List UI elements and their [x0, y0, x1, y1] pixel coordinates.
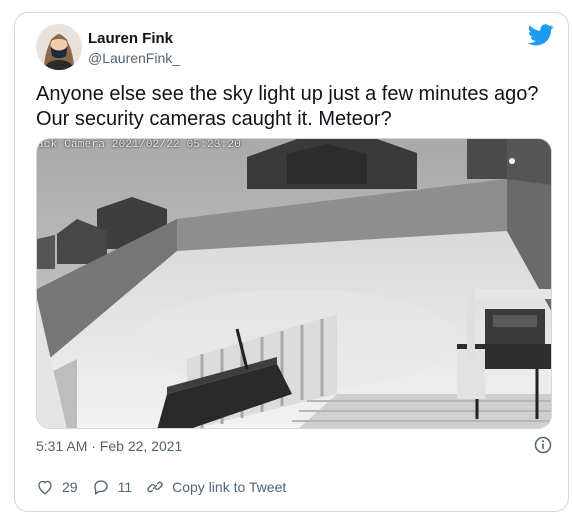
author-name[interactable]: Lauren Fink — [88, 30, 173, 47]
security-camera-image — [37, 139, 551, 428]
copy-link-button[interactable]: Copy link to Tweet — [146, 478, 286, 496]
tweet-text: Anyone else see the sky light up just a … — [36, 83, 539, 130]
like-button[interactable]: 29 — [36, 478, 78, 496]
info-icon[interactable] — [534, 436, 552, 454]
tweet-media-image[interactable]: ack Camera 2021/02/22 05:23:20 — [36, 138, 552, 429]
reply-button[interactable]: 11 — [92, 478, 133, 496]
reply-count: 11 — [117, 479, 133, 495]
camera-timestamp-overlay: ack Camera 2021/02/22 05:23:20 — [37, 139, 242, 151]
copy-link-label: Copy link to Tweet — [172, 479, 287, 495]
tweet-actions: 29 11 Copy link to Tweet — [36, 477, 300, 497]
avatar[interactable] — [36, 24, 82, 70]
like-count: 29 — [62, 479, 78, 495]
author-handle[interactable]: @LaurenFink_ — [88, 50, 180, 66]
heart-icon — [38, 480, 52, 495]
reply-icon — [93, 480, 108, 496]
link-icon — [147, 481, 163, 493]
twitter-bird-icon[interactable] — [527, 24, 554, 46]
tweet-timestamp[interactable]: 5:31 AM · Feb 22, 2021 — [36, 438, 182, 454]
